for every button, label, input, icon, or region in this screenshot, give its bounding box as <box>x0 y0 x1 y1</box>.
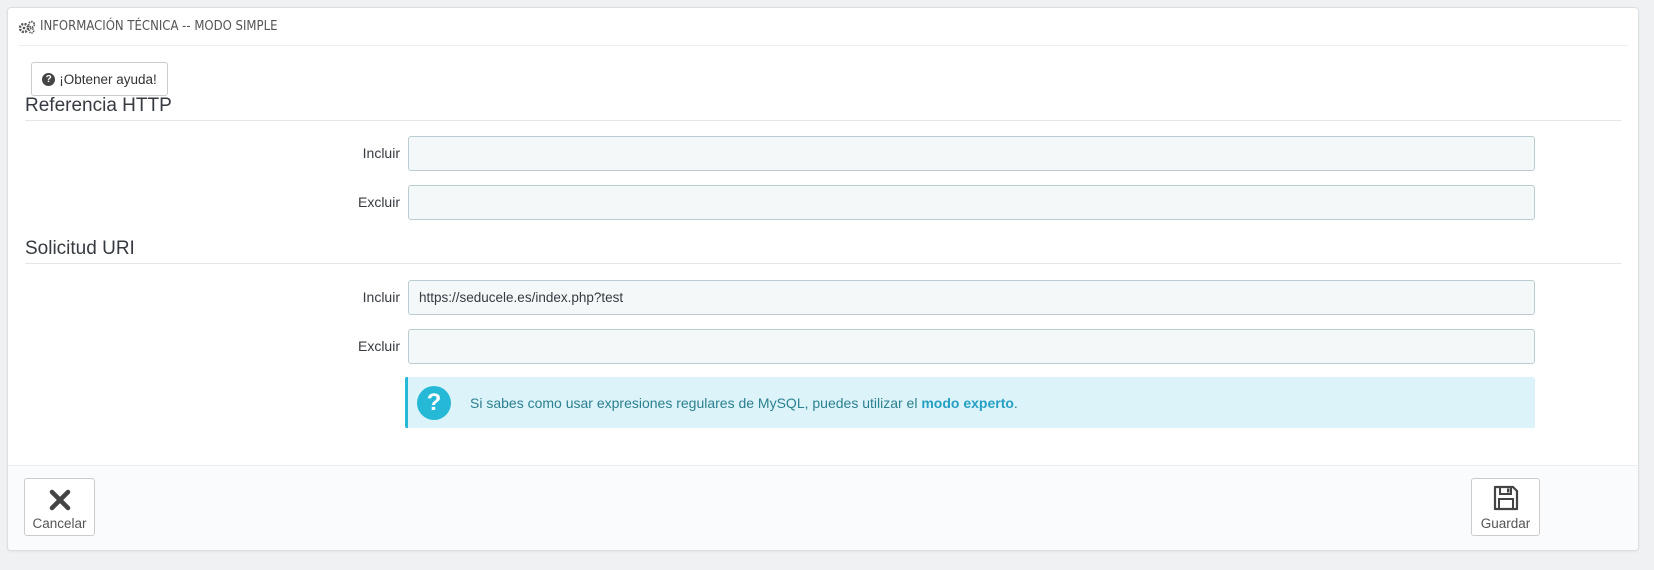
panel-title: INFORMACIÓN TÉCNICA -- MODO SIMPLE <box>40 19 278 34</box>
gears-icon <box>18 20 36 34</box>
panel-footer: Cancelar Guardar <box>8 465 1638 550</box>
save-label: Guardar <box>1480 516 1531 531</box>
info-alert: ? Si sabes como usar expresiones regular… <box>405 377 1535 428</box>
save-button[interactable]: Guardar <box>1471 478 1540 536</box>
cancel-button[interactable]: Cancelar <box>24 478 95 536</box>
http-referer-include-input[interactable] <box>408 136 1535 171</box>
expert-mode-link[interactable]: modo experto <box>921 395 1014 411</box>
section-title-request-uri: Solicitud URI <box>25 237 1621 264</box>
panel-heading: INFORMACIÓN TÉCNICA -- MODO SIMPLE <box>18 8 1628 46</box>
alert-text: Si sabes como usar expresiones regulares… <box>470 395 1018 411</box>
request-uri-exclude-input[interactable] <box>408 329 1535 364</box>
cancel-label: Cancelar <box>32 516 87 531</box>
http-referer-exclude-label: Excluir <box>357 194 400 210</box>
question-circle-icon: ? <box>42 72 56 86</box>
get-help-label: ¡Obtener ayuda! <box>59 71 157 87</box>
floppy-disk-icon <box>1493 485 1518 511</box>
question-circle-icon: ? <box>417 385 451 420</box>
alert-suffix: . <box>1013 394 1018 411</box>
technical-info-panel: INFORMACIÓN TÉCNICA -- MODO SIMPLE ? ¡Ob… <box>7 7 1639 551</box>
close-icon <box>49 489 70 511</box>
alert-message: Si sabes como usar expresiones regulares… <box>470 394 918 411</box>
request-uri-include-input[interactable] <box>408 280 1535 315</box>
section-title-http-referer: Referencia HTTP <box>25 94 1621 121</box>
request-uri-include-label: Incluir <box>362 289 400 305</box>
http-referer-include-label: Incluir <box>362 145 400 161</box>
request-uri-exclude-label: Excluir <box>357 338 400 354</box>
http-referer-exclude-input[interactable] <box>408 185 1535 220</box>
get-help-button[interactable]: ? ¡Obtener ayuda! <box>31 62 168 96</box>
